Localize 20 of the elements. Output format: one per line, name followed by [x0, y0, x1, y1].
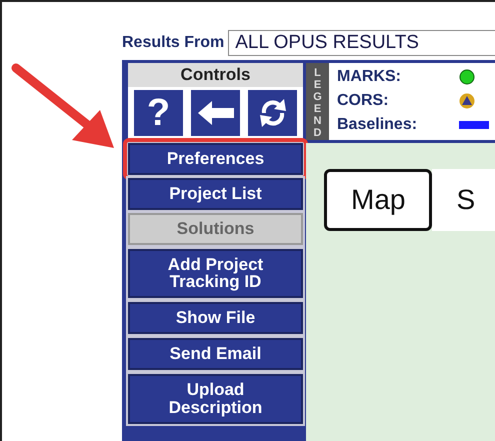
map-view[interactable]: Map S	[306, 143, 495, 441]
menu-button[interactable]: Send Email	[128, 338, 303, 370]
legend-label: CORS:	[337, 91, 390, 111]
menu-button[interactable]: Add Project Tracking ID	[128, 248, 303, 298]
legend-title: LEGEND	[306, 63, 329, 140]
map-type-tab[interactable]: Map	[324, 169, 432, 231]
help-button[interactable]: ?	[134, 90, 183, 136]
left-arrow-icon	[198, 101, 234, 125]
results-dropdown[interactable]: ALL OPUS RESULTS	[228, 30, 495, 56]
menu-button[interactable]: Upload Description	[128, 374, 303, 424]
controls-title: Controls	[128, 63, 303, 87]
menu-button[interactable]: Project List	[128, 178, 303, 210]
back-button[interactable]	[191, 90, 240, 136]
refresh-button[interactable]	[248, 90, 297, 136]
legend-label: Baselines:	[337, 115, 418, 135]
map-type-tab[interactable]: S	[432, 169, 495, 231]
menu-button[interactable]: Preferences	[128, 143, 303, 175]
legend-label: MARKS:	[337, 67, 402, 87]
results-from-label: Results From	[122, 33, 224, 53]
menu-button[interactable]: Show File	[128, 302, 303, 334]
